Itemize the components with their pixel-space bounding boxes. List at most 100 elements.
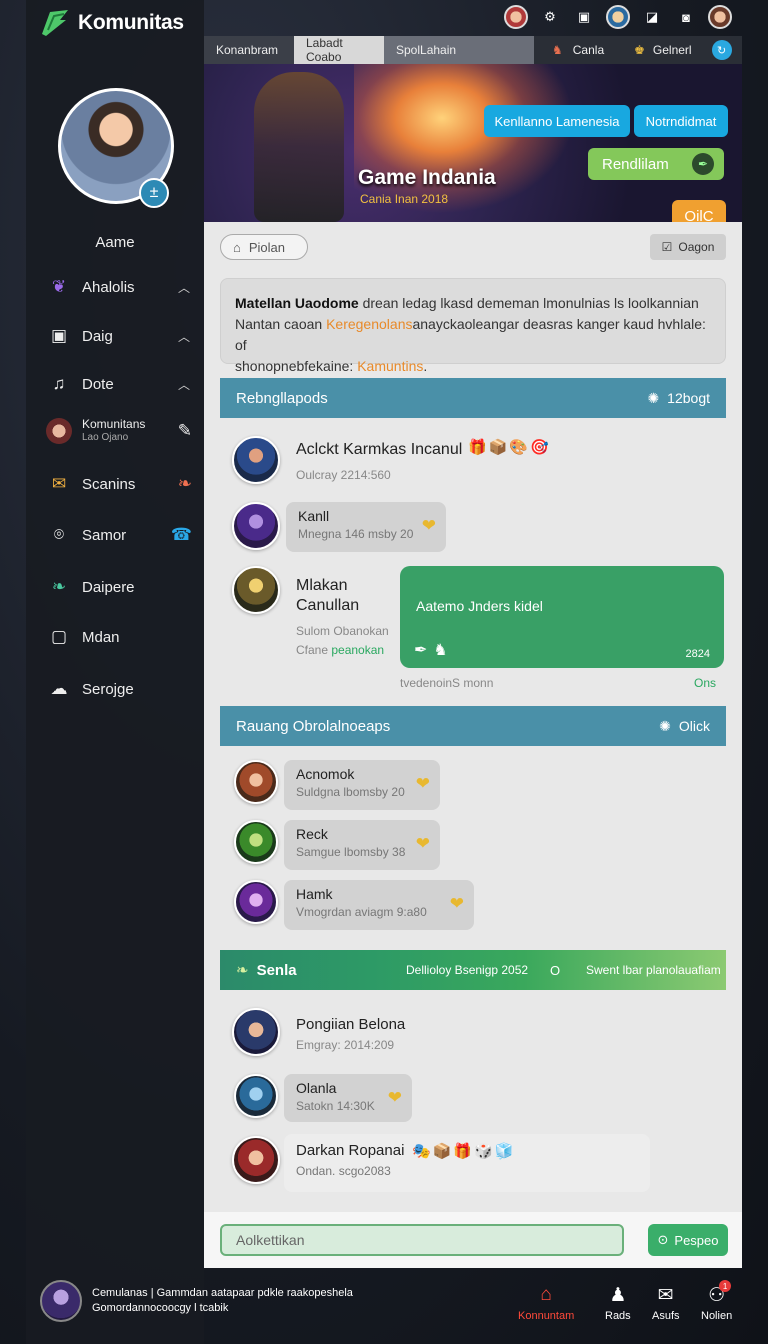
section-header-1[interactable]: Rebngllapods ✺ 12bogt <box>220 378 726 418</box>
like-icon[interactable]: ❤ <box>416 834 430 854</box>
like-icon[interactable]: ❤ <box>416 774 430 794</box>
avatar[interactable] <box>232 566 280 614</box>
chart-icon[interactable]: ◪ <box>640 5 664 29</box>
sidebar-item-ahalolis[interactable]: ❦ Ahalolis ︿ <box>46 272 196 302</box>
chat-meta: Suldgna lbomsby 20 <box>296 785 405 799</box>
info-link-2[interactable]: Kamuntins <box>357 358 423 374</box>
sidebar-item-dote[interactable]: ♫ Dote ︿ <box>46 369 196 399</box>
leaf-icon: ❧ <box>177 474 192 493</box>
chevron-down-icon[interactable]: ︿ <box>178 328 190 345</box>
avatar[interactable] <box>234 880 278 924</box>
home-icon: ⌂ <box>540 1284 552 1305</box>
sidebar-item-scanins[interactable]: ✉ Scanins ❧ <box>46 469 196 499</box>
message-input[interactable]: Aolkettikan <box>220 1224 624 1256</box>
avatar-icon[interactable] <box>504 5 528 29</box>
info-card: Matellan Uaodome drean ledag lkasd demem… <box>220 278 726 374</box>
logo-icon <box>42 10 68 36</box>
avatar[interactable] <box>232 1008 280 1056</box>
message-meta: Mnegna 146 msby 20 <box>298 527 414 541</box>
avatar[interactable] <box>234 760 278 804</box>
sidebar-item-label: Mdan <box>82 628 120 646</box>
member-item[interactable]: Olanla Satokn 14:30K ❤ <box>284 1074 412 1122</box>
avatar[interactable] <box>232 1136 280 1184</box>
sidebar-item-daig[interactable]: ▣ Daig ︿ <box>46 321 196 351</box>
section-header-2[interactable]: Rauang Obrolalnoeaps ✺ Olick <box>220 706 726 746</box>
mail-icon: ✉ <box>657 1285 674 1306</box>
app-title: Komunitas <box>78 11 184 34</box>
chat-author: Acnomok <box>296 766 355 782</box>
message-bubble[interactable]: Kanll Mnegna 146 msby 20 ❤ <box>286 502 446 552</box>
avatar-icon[interactable] <box>606 5 630 29</box>
sidebar-item-daipere[interactable]: ❧ Daipere <box>46 572 196 602</box>
like-icon[interactable]: ❤ <box>450 894 464 914</box>
hero-subtitle: Cania Inan 2018 <box>360 192 449 206</box>
chevron-down-icon[interactable]: ︿ <box>178 376 190 393</box>
member-item[interactable]: Darkan Ropanai Ondan. scgo2083 🎭📦🎁🎲🧊 <box>284 1134 650 1192</box>
avatar[interactable] <box>232 436 280 484</box>
avatar-icon[interactable] <box>708 5 732 29</box>
nav-label: Nolien <box>701 1310 733 1322</box>
sidebar-item-label: Serojge <box>82 680 134 698</box>
footer-left: tvedenoinS monn <box>400 676 494 690</box>
hero-button-3[interactable]: Rendlilam ✒ <box>588 148 724 180</box>
nav-komunitas[interactable]: ⌂ Konnuntam <box>518 1284 574 1322</box>
sidebar-item-komunitans[interactable]: Komunitans Lao Ojano ✎ <box>46 414 196 448</box>
gear-icon[interactable]: ⚙ <box>538 5 562 29</box>
hero-button-2[interactable]: Notrndidmat <box>634 105 728 137</box>
bookmark-icon[interactable]: ▣ <box>572 5 596 29</box>
tab-spollahain[interactable]: SpolLahain <box>384 36 534 64</box>
info-line2-a: Nantan caoan <box>235 316 327 332</box>
bottom-user-line-2: Gomordannocoocgy l tcabik <box>92 1302 229 1314</box>
section-right[interactable]: Swent lbar planolauafiam <box>586 963 721 977</box>
add-profile-badge[interactable]: ± <box>139 178 169 208</box>
send-button[interactable]: ⊙ Pespeo <box>648 1224 728 1256</box>
tab-konanbram[interactable]: Konanbram <box>204 36 294 64</box>
emoji-reactions[interactable]: 🎁📦🎨🎯 <box>468 438 551 456</box>
nav-nolien[interactable]: ⚇ 1 Nolien <box>701 1280 733 1322</box>
post-meta-link[interactable]: peanokan <box>331 643 384 657</box>
hero-button-4[interactable]: OilC <box>672 200 726 222</box>
avatar[interactable] <box>232 502 280 550</box>
top-bar: Komunitas ⚙ ▣ ◪ ◙ <box>0 0 768 40</box>
hero-button-1[interactable]: Kenllanno Lamenesia <box>484 105 630 137</box>
info-bold: Matellan Uaodome <box>235 295 359 311</box>
tab-gelnerl[interactable]: ♚ Gelnerl <box>622 36 703 64</box>
section-action[interactable]: Olick <box>679 718 710 734</box>
footer-right[interactable]: Ons <box>694 676 716 690</box>
refresh-icon[interactable]: ↻ <box>711 40 732 60</box>
nav-asufs[interactable]: ✉ Asufs <box>652 1284 680 1322</box>
nav-rads[interactable]: ♟ Rads <box>605 1284 631 1322</box>
chat-item[interactable]: Acnomok Suldgna lbomsby 20 ❤ <box>284 760 440 810</box>
like-icon[interactable]: ❤ <box>422 516 436 536</box>
hero-banner: Game Indania Cania Inan 2018 Kenllanno L… <box>204 64 742 222</box>
sidebar-item-serojge[interactable]: ☁ Serojge <box>46 674 196 704</box>
sparkle-icon: ✺ <box>659 717 671 734</box>
info-link[interactable]: Keregenolans <box>326 316 412 332</box>
green-message-bubble[interactable]: Aatemo Jnders kidel ✒♞ 2824 <box>400 566 724 668</box>
app-logo[interactable]: Komunitas <box>38 8 184 38</box>
sidebar-item-label: Daipere <box>82 578 135 596</box>
post-author[interactable]: Aclckt Karmkas Incanul <box>296 441 462 459</box>
emoji-reactions[interactable]: 🎭📦🎁🎲🧊 <box>412 1142 515 1160</box>
edit-icon[interactable]: ✎ <box>178 421 192 441</box>
avatar[interactable] <box>40 1280 82 1322</box>
avatar[interactable] <box>234 1074 278 1118</box>
bottom-user[interactable]: Cemulanas | Gammdan aatapaar pdkle raako… <box>40 1280 353 1322</box>
member-name[interactable]: Pongiian Belona <box>296 1016 405 1033</box>
leaf-icon: ❧ <box>236 962 249 979</box>
like-icon[interactable]: ❤ <box>388 1088 402 1108</box>
section-num: O <box>550 962 561 978</box>
chevron-down-icon[interactable]: ︿ <box>178 279 190 296</box>
options-button[interactable]: ☑ Oagon <box>650 234 726 260</box>
section-header-3[interactable]: ❧ Senla Dellioloy Bsenigp 2052 O Swent l… <box>220 950 726 990</box>
chat-item[interactable]: Hamk Vmogrdan aviagm 9:a80 ❤ <box>284 880 474 930</box>
sidebar-item-mdan[interactable]: ▢ Mdan <box>46 622 196 652</box>
home-pill[interactable]: ⌂ Piolan <box>220 234 308 260</box>
tab-canla[interactable]: ♞ Canla <box>540 36 616 64</box>
tab-labadt-coabo[interactable]: Labadt Coabo <box>294 36 384 64</box>
camera-icon[interactable]: ◙ <box>674 5 698 29</box>
chat-item[interactable]: Reck Samgue lbomsby 38 ❤ <box>284 820 440 870</box>
post-author[interactable]: Mlakan Canullan <box>296 576 396 616</box>
avatar[interactable] <box>234 820 278 864</box>
sidebar-item-samor[interactable]: ⌾ Samor ☎ <box>46 520 196 550</box>
